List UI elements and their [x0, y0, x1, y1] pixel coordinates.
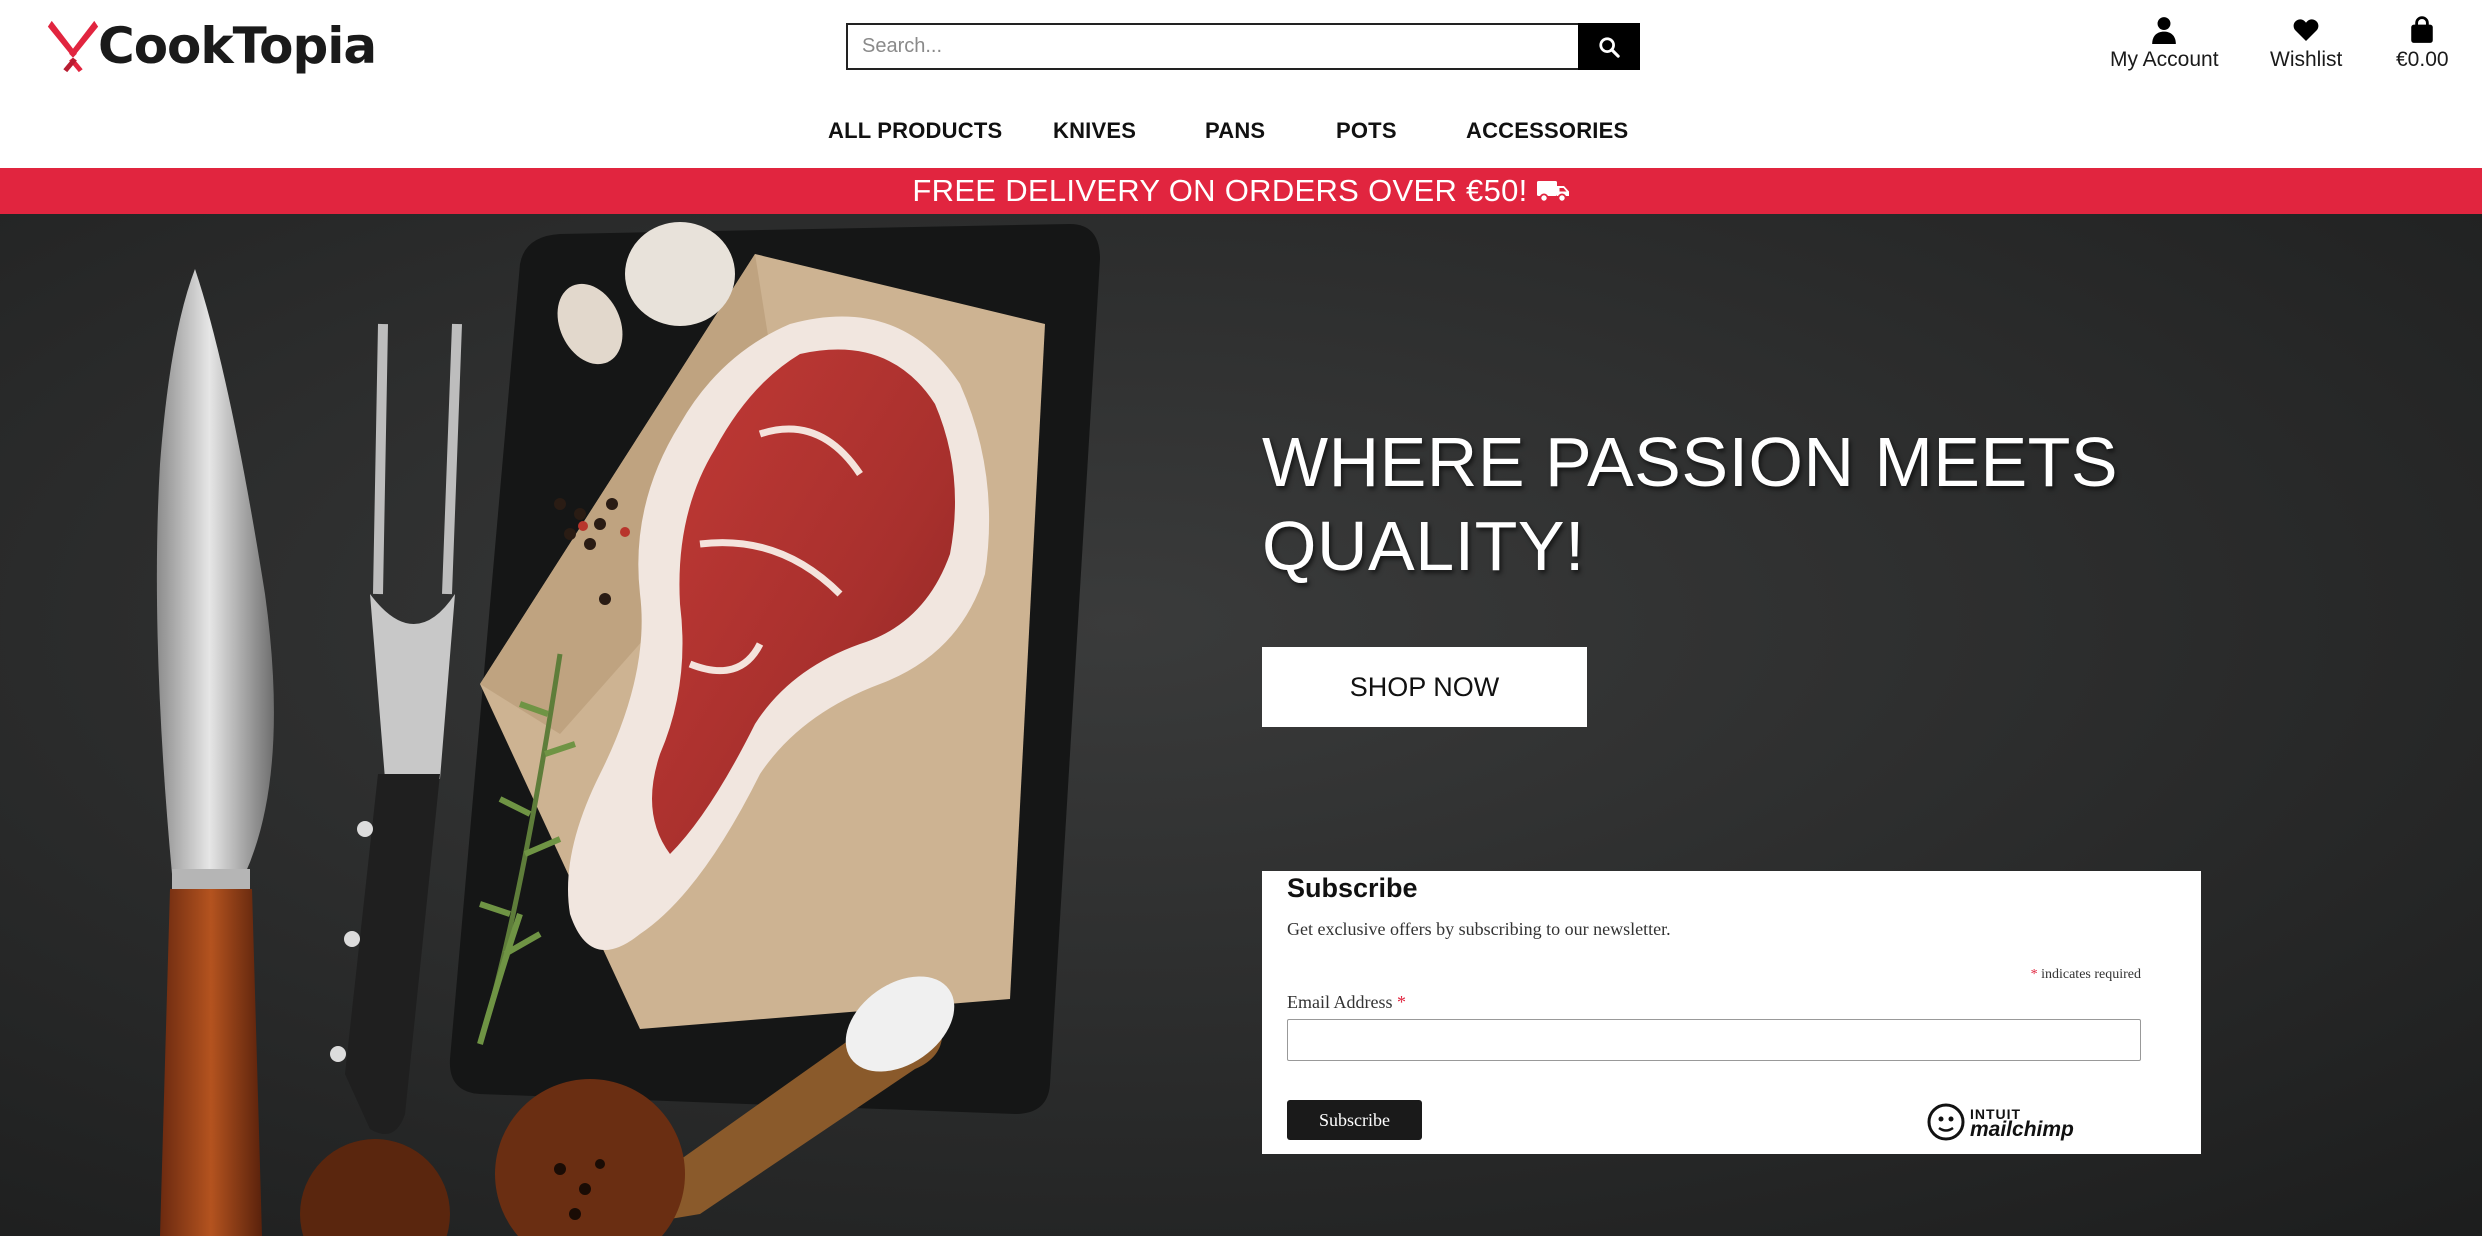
- hero-section: WHERE PASSION MEETS QUALITY! SHOP NOW Su…: [0, 214, 2482, 1236]
- required-asterisk: *: [2030, 967, 2038, 982]
- bag-total: €0.00: [2396, 48, 2449, 71]
- shop-now-button[interactable]: SHOP NOW: [1262, 647, 1587, 727]
- mailchimp-badge[interactable]: INTUIT mailchimp: [1926, 1102, 2074, 1142]
- required-note-text: indicates required: [2037, 967, 2141, 982]
- mailchimp-freddie-icon: [1927, 1103, 1965, 1141]
- email-label-text: Email Address: [1287, 992, 1393, 1012]
- main-nav: ALL PRODUCTS KNIVES PANS POTS ACCESSORIE…: [0, 118, 2482, 148]
- email-field-label: Email Address *: [1287, 992, 1406, 1013]
- nav-item-pans[interactable]: PANS: [1205, 118, 1265, 144]
- brand-name: CookTopia: [98, 17, 377, 75]
- mailchimp-wordmark: INTUIT mailchimp: [1970, 1106, 2074, 1141]
- truck-icon: [1536, 181, 1569, 203]
- wishlist-link[interactable]: Wishlist: [2270, 16, 2342, 72]
- nav-item-knives[interactable]: KNIVES: [1053, 118, 1136, 144]
- user-icon: [2152, 17, 2177, 44]
- newsletter-subscribe-form: Subscribe Get exclusive offers by subscr…: [1262, 871, 2201, 1154]
- heart-icon: [2293, 19, 2319, 41]
- shopping-bag-link[interactable]: €0.00: [2396, 16, 2449, 72]
- my-account-label: My Account: [2110, 48, 2219, 71]
- shopping-bag-icon: [2411, 16, 2434, 43]
- subscribe-description: Get exclusive offers by subscribing to o…: [1287, 919, 1671, 939]
- subscribe-title: Subscribe: [1287, 873, 1418, 903]
- delivery-banner: FREE DELIVERY ON ORDERS OVER €50!: [0, 168, 2482, 214]
- crossed-knives-logo-icon: [47, 20, 99, 73]
- delivery-banner-text: FREE DELIVERY ON ORDERS OVER €50!: [912, 173, 1528, 208]
- wishlist-label: Wishlist: [2270, 48, 2343, 71]
- email-field[interactable]: [1287, 1019, 2141, 1061]
- search-input[interactable]: [846, 23, 1578, 70]
- nav-item-pots[interactable]: POTS: [1336, 118, 1397, 144]
- nav-item-all-products[interactable]: ALL PRODUCTS: [828, 118, 1002, 144]
- my-account-link[interactable]: My Account: [2110, 16, 2219, 72]
- site-header: CookTopia My Account Wishlist €0.00 A: [0, 0, 2482, 168]
- mailchimp-name-text: mailchimp: [1970, 1118, 2074, 1141]
- subscribe-button[interactable]: Subscribe: [1287, 1100, 1422, 1140]
- search-icon: [1599, 36, 1620, 58]
- required-note: * indicates required: [2031, 967, 2141, 983]
- hero-title: WHERE PASSION MEETS QUALITY!: [1262, 423, 2119, 585]
- nav-item-accessories[interactable]: ACCESSORIES: [1466, 118, 1628, 144]
- search-button[interactable]: [1578, 23, 1640, 70]
- search-form: [846, 23, 1640, 70]
- email-required-asterisk: *: [1397, 992, 1406, 1012]
- brand-logo[interactable]: CookTopia: [44, 14, 377, 78]
